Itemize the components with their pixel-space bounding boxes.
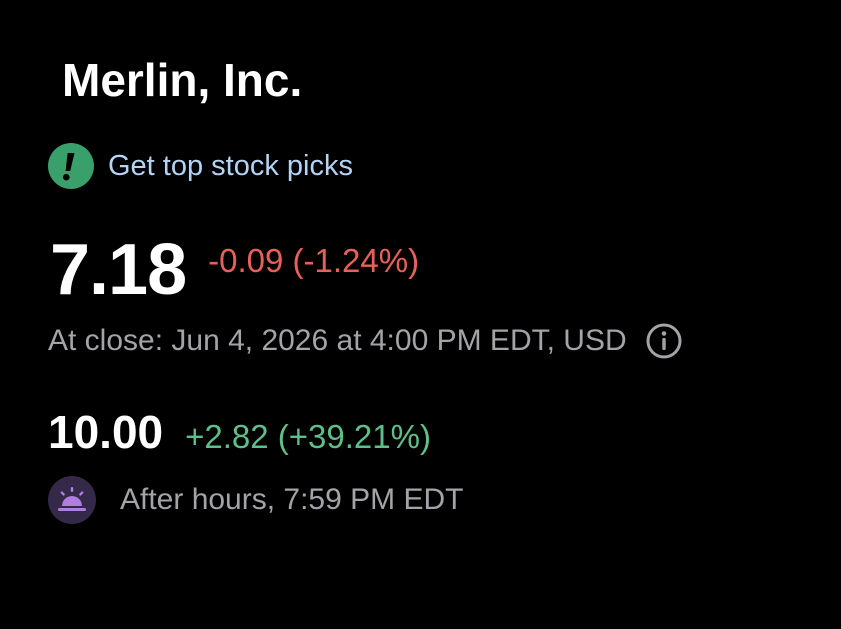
after-hours-change: +2.82 (+39.21%) xyxy=(185,418,431,455)
price-change: -0.09 (-1.24%) xyxy=(208,242,420,279)
exclamation-badge-icon xyxy=(48,143,94,189)
info-icon[interactable] xyxy=(645,322,683,360)
after-hours-session-row: After hours, 7:59 PM EDT xyxy=(48,476,463,524)
after-hours-price: 10.00 xyxy=(48,406,164,458)
current-price: 7.18 xyxy=(50,230,187,310)
regular-price-row: 7.18 -0.09 (-1.24%) xyxy=(50,230,419,310)
after-hours-price-row: 10.00 +2.82 (+39.21%) xyxy=(48,405,431,459)
after-hours-label: After hours, 7:59 PM EDT xyxy=(120,483,464,516)
close-info-row: At close: Jun 4, 2026 at 4:00 PM EDT, US… xyxy=(48,322,683,360)
sunset-icon xyxy=(48,476,96,524)
get-top-stock-picks-link[interactable]: Get top stock picks xyxy=(48,143,353,189)
company-name: Merlin, Inc. xyxy=(62,54,303,106)
close-timestamp: At close: Jun 4, 2026 at 4:00 PM EDT, US… xyxy=(48,324,627,357)
promo-label: Get top stock picks xyxy=(108,149,353,182)
